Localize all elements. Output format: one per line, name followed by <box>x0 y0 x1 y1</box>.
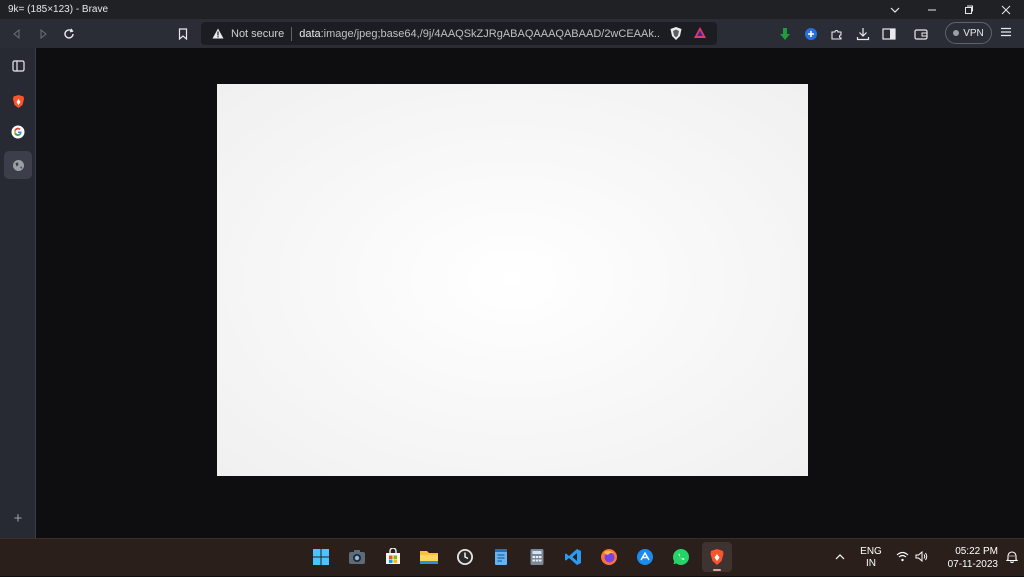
brave-icon[interactable] <box>4 87 32 115</box>
show-hidden-icons-icon[interactable] <box>830 552 850 564</box>
add-sidebar-item-icon[interactable]: + <box>4 504 32 532</box>
forward-icon[interactable] <box>30 21 56 47</box>
firefox-icon[interactable] <box>594 542 624 572</box>
language-region: IN <box>866 558 876 569</box>
bookmark-icon[interactable] <box>170 21 196 47</box>
system-tray: ENG IN 05:22 PM 07-11-2023 <box>830 539 1019 577</box>
clock-app-icon[interactable] <box>450 542 480 572</box>
address-bar[interactable]: Not secure data:image/jpeg;base64,/9j/4A… <box>201 22 717 45</box>
system-status-group[interactable] <box>896 550 928 565</box>
clock-date: 07-11-2023 <box>947 559 998 570</box>
reload-icon[interactable] <box>56 21 82 47</box>
warning-icon[interactable] <box>211 28 225 39</box>
vpn-label: VPN <box>963 27 984 39</box>
add-label: + <box>13 509 23 527</box>
language-code: ENG <box>860 546 882 557</box>
extensions-puzzle-icon[interactable] <box>828 25 846 43</box>
globe-icon[interactable] <box>4 151 32 179</box>
back-icon[interactable] <box>4 21 30 47</box>
vpn-status-icon <box>953 30 960 36</box>
vscode-icon[interactable] <box>558 542 588 572</box>
notepad-icon[interactable] <box>486 542 516 572</box>
brave-rewards-icon[interactable] <box>693 26 707 42</box>
displayed-image[interactable] <box>217 84 808 476</box>
volume-icon <box>915 550 928 565</box>
url-scheme: data <box>299 27 321 40</box>
extension-blue-icon[interactable] <box>802 25 820 43</box>
notification-bell-icon[interactable] <box>1005 550 1019 566</box>
vpn-button[interactable]: VPN <box>945 22 992 44</box>
sidebar-panel-icon[interactable] <box>880 25 898 43</box>
calculator-icon[interactable] <box>522 542 552 572</box>
file-explorer-icon[interactable] <box>414 542 444 572</box>
brave-taskbar-icon[interactable] <box>702 542 732 572</box>
clock-time: 05:22 PM <box>955 546 998 557</box>
blue-circle-app-icon[interactable] <box>630 542 660 572</box>
window-titlebar: 9k= (185×123) - Brave <box>0 0 1024 19</box>
minimize-icon[interactable] <box>913 0 950 19</box>
whatsapp-icon[interactable] <box>666 542 696 572</box>
sidebar-toggle-icon[interactable] <box>4 52 32 80</box>
download-extension-icon[interactable] <box>776 25 794 43</box>
google-icon[interactable] <box>4 118 32 146</box>
taskbar-clock[interactable]: 05:22 PM 07-11-2023 <box>946 545 998 571</box>
close-icon[interactable] <box>987 0 1024 19</box>
downloads-icon[interactable] <box>854 25 872 43</box>
language-indicator[interactable]: ENG IN <box>860 546 882 570</box>
browser-toolbar: Not secure data:image/jpeg;base64,/9j/4A… <box>0 19 1024 48</box>
microsoft-store-icon[interactable] <box>378 542 408 572</box>
wallet-icon[interactable] <box>912 25 930 43</box>
hamburger-menu-icon[interactable] <box>1000 23 1012 43</box>
browser-sidebar: + <box>0 48 36 538</box>
camera-icon[interactable] <box>342 542 372 572</box>
security-label[interactable]: Not secure <box>231 28 284 40</box>
page-viewport <box>37 48 1024 538</box>
windows-start-icon[interactable] <box>306 542 336 572</box>
address-divider <box>291 26 293 41</box>
brave-shields-icon[interactable] <box>669 26 683 44</box>
url-rest: :image/jpeg;base64,/9j/4AAQSkZJRgABAQAAA… <box>320 27 660 40</box>
wifi-icon <box>896 551 909 565</box>
chevron-down-icon[interactable] <box>876 0 913 19</box>
windows-taskbar: ENG IN 05:22 PM 07-11-2023 <box>0 538 1024 576</box>
url-text[interactable]: data:image/jpeg;base64,/9j/4AAQSkZJRgABA… <box>299 28 659 40</box>
restore-icon[interactable] <box>950 0 987 19</box>
window-title: 9k= (185×123) - Brave <box>8 4 109 15</box>
